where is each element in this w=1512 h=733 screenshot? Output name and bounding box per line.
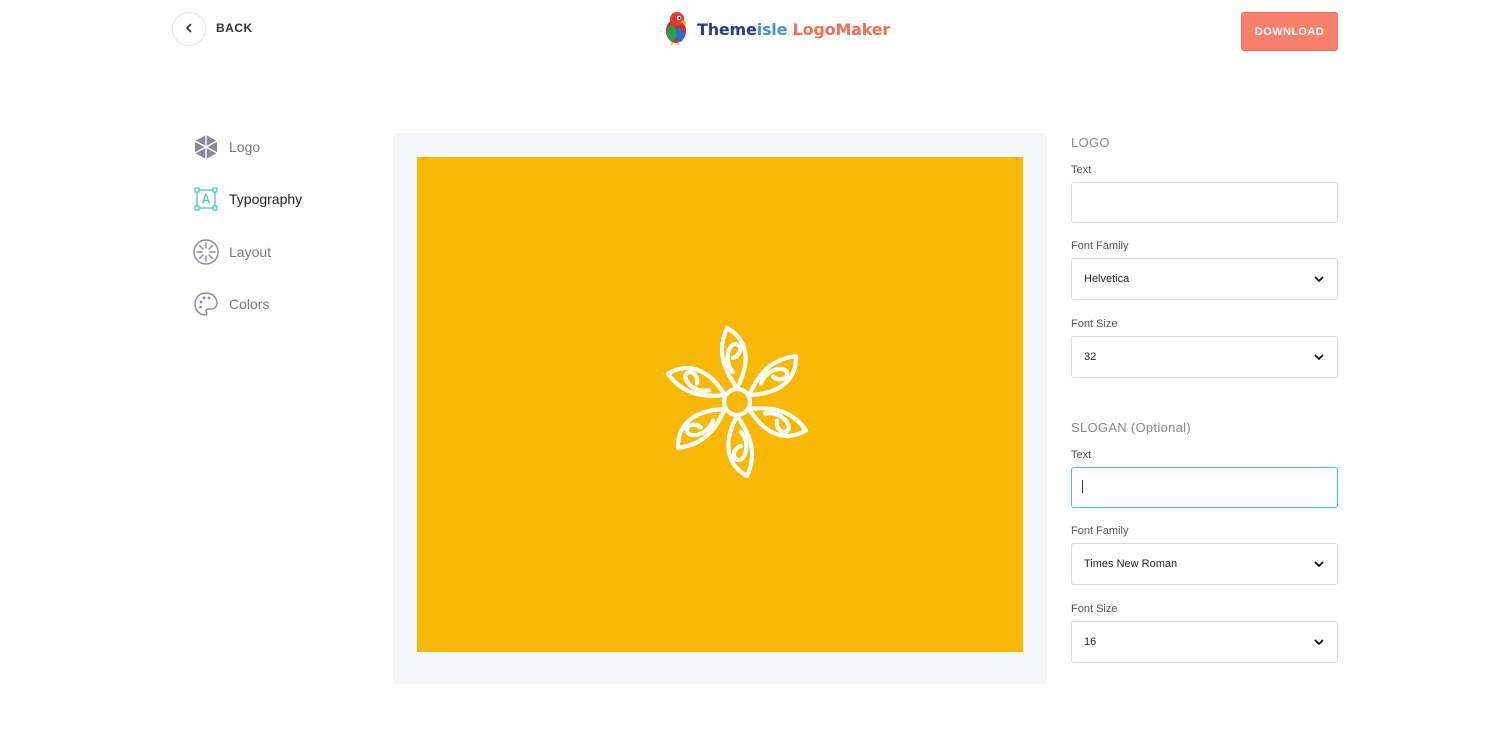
sidebar-item-label: Colors	[229, 296, 270, 312]
palette-icon	[193, 291, 219, 317]
chevron-down-icon	[1313, 351, 1325, 363]
logo-font-family-select[interactable]: Helvetica	[1071, 258, 1338, 300]
logo-font-size-label: Font Size	[1071, 318, 1118, 330]
slogan-font-size-select[interactable]: 16	[1071, 621, 1338, 663]
canvas-area	[393, 133, 1047, 684]
chevron-down-icon	[1313, 558, 1325, 570]
slogan-section-title: SLOGAN (Optional)	[1071, 420, 1191, 435]
sidebar-item-logo[interactable]: Logo	[193, 134, 260, 160]
slogan-font-family-select[interactable]: Times New Roman	[1071, 543, 1338, 585]
logo-preview	[417, 157, 1023, 652]
slogan-text-input[interactable]	[1071, 467, 1338, 508]
parrot-icon	[661, 9, 691, 50]
slogan-font-family-label: Font Family	[1071, 525, 1129, 537]
sidebar-item-colors[interactable]: Colors	[193, 291, 269, 317]
sidebar-item-label: Logo	[229, 139, 261, 155]
chevron-down-icon	[1313, 636, 1325, 648]
brand-name: Themeisle LogoMaker	[697, 19, 891, 39]
brand-logo: Themeisle LogoMaker	[661, 10, 890, 48]
back-label[interactable]: BACK	[216, 21, 253, 35]
slogan-font-size-value: 16	[1084, 636, 1097, 648]
download-button[interactable]: DOWNLOAD	[1241, 12, 1338, 51]
text-caret	[1082, 480, 1083, 493]
logo-font-family-label: Font Family	[1071, 240, 1129, 252]
logo-text-label: Text	[1071, 164, 1092, 176]
logo-text-input[interactable]	[1071, 182, 1338, 223]
hexagon-cube-icon	[193, 134, 219, 160]
sidebar-item-typography[interactable]: Typography	[193, 186, 302, 212]
slogan-font-family-value: Times New Roman	[1084, 558, 1178, 570]
typography-frame-icon	[193, 186, 219, 212]
logo-section-title: LOGO	[1071, 135, 1110, 150]
slogan-font-size-label: Font Size	[1071, 603, 1118, 615]
slogan-text-label: Text	[1071, 449, 1092, 461]
layout-burst-icon	[193, 239, 219, 265]
logo-font-size-select[interactable]: 32	[1071, 336, 1338, 378]
logo-font-family-value: Helvetica	[1084, 273, 1130, 285]
chevron-down-icon	[1313, 273, 1325, 285]
logo-maker-app: BACK Themeisle LogoMaker DOWNLOAD Logo T…	[0, 0, 1512, 733]
chevron-left-icon	[184, 20, 194, 38]
back-button[interactable]	[172, 12, 206, 46]
sidebar-item-label: Layout	[229, 244, 272, 260]
logo-font-size-value: 32	[1084, 351, 1097, 363]
sidebar-item-label: Typography	[229, 191, 303, 207]
sidebar-item-layout[interactable]: Layout	[193, 239, 271, 265]
spiral-flower-icon	[654, 325, 820, 483]
